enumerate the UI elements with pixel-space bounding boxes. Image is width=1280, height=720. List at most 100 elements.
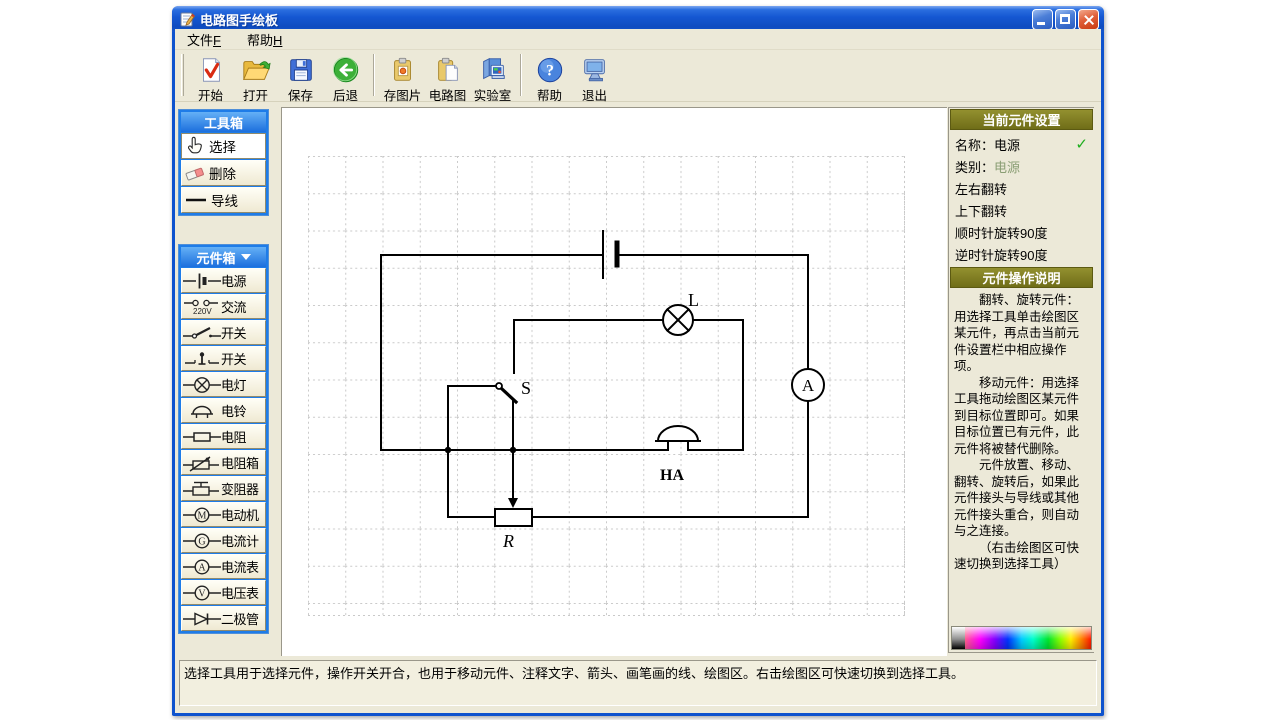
exit-monitor-icon <box>580 55 610 85</box>
toolbox-header: 工具箱 <box>181 112 266 132</box>
eraser-icon <box>185 163 205 183</box>
component-motor-button[interactable]: M 电动机 <box>181 502 266 527</box>
component-diode-button[interactable]: 二极管 <box>181 606 266 631</box>
component-panel: 元件箱 电源 220V <box>178 244 269 634</box>
component-rheostat-button[interactable]: 变阻器 <box>181 476 266 501</box>
rheostat-icon <box>183 479 221 499</box>
rheostat-component[interactable] <box>495 450 532 526</box>
toolbar: 开始 打开 保存 <box>175 50 1101 102</box>
svg-text:G: G <box>198 536 205 547</box>
folder-open-icon <box>241 55 271 85</box>
push-switch-icon <box>183 349 221 369</box>
close-button[interactable] <box>1078 9 1099 30</box>
app-window: 电路图手绘板 文件F 帮助H 开始 <box>172 6 1104 716</box>
ammeter-label: A <box>802 376 815 395</box>
svg-text:A: A <box>198 562 206 573</box>
menu-help[interactable]: 帮助H <box>243 29 286 50</box>
help-button[interactable]: ? 帮助 <box>527 53 572 106</box>
color-palette[interactable] <box>951 626 1092 650</box>
component-resistor-button[interactable]: 电阻 <box>181 424 266 449</box>
setting-category-row: 类别：电源 <box>955 155 1088 177</box>
action-rotate-cw-90[interactable]: 顺时针旋转90度 <box>955 221 1088 243</box>
maximize-button[interactable] <box>1055 9 1076 30</box>
right-panel: 当前元件设置 名称：电源 ✓ 类别：电源 左右翻转 上下翻转 顺时针旋转90度 … <box>948 107 1094 653</box>
rheostat-label: R <box>502 531 514 551</box>
menu-bar: 文件F 帮助H <box>175 29 1101 50</box>
circuit-diagram[interactable]: L S <box>282 108 948 657</box>
tool-delete-button[interactable]: 删除 <box>181 160 266 186</box>
component-power-button[interactable]: 电源 <box>181 268 266 293</box>
battery-component[interactable] <box>603 231 617 278</box>
lamp-component[interactable] <box>514 305 743 335</box>
voltmeter-icon: V <box>183 583 221 603</box>
toolbox-panel: 工具箱 选择 删除 <box>178 109 269 216</box>
check-icon: ✓ <box>1075 135 1088 153</box>
svg-text:220V: 220V <box>193 307 212 316</box>
component-header[interactable]: 元件箱 <box>181 247 266 267</box>
instructions-header: 元件操作说明 <box>950 267 1093 288</box>
clipboard-page-icon <box>433 55 463 85</box>
window-title: 电路图手绘板 <box>200 10 278 29</box>
status-bar: 选择工具用于选择元件，操作开关开合，也用于移动元件、注释文字、箭头、画笔画的线、… <box>175 657 1101 710</box>
ammeter-icon: A <box>183 557 221 577</box>
bell-label: HA <box>660 467 684 484</box>
component-knife-switch-button[interactable]: 开关 <box>181 320 266 345</box>
resistor-icon <box>183 427 221 447</box>
instructions-text: 翻转、旋转元件：用选择工具单击绘图区某元件，再点击当前元件设置栏中相应操作项。 … <box>950 288 1093 624</box>
component-resistance-box-button[interactable]: 电阻箱 <box>181 450 266 475</box>
tool-wire-button[interactable]: 导线 <box>181 187 266 213</box>
start-button[interactable]: 开始 <box>188 53 233 106</box>
svg-text:?: ? <box>546 63 554 80</box>
action-rotate-ccw-90[interactable]: 逆时针旋转90度 <box>955 243 1088 265</box>
status-message: 选择工具用于选择元件，操作开关开合，也用于移动元件、注释文字、箭头、画笔画的线、… <box>179 660 1097 706</box>
floppy-save-icon <box>286 55 316 85</box>
circuit-wires[interactable] <box>381 255 808 517</box>
toolbar-separator <box>373 54 375 96</box>
back-button[interactable]: 后退 <box>323 53 368 106</box>
switch-component[interactable] <box>448 383 516 402</box>
settings-header: 当前元件设置 <box>950 109 1093 130</box>
galvanometer-icon: G <box>183 531 221 551</box>
switch-label: S <box>521 378 531 398</box>
menu-file[interactable]: 文件F <box>183 29 225 50</box>
svg-text:M: M <box>198 510 207 521</box>
bell-icon <box>183 401 221 421</box>
laboratory-button[interactable]: 实验室 <box>470 53 515 106</box>
setting-name-row: 名称：电源 ✓ <box>955 133 1088 155</box>
component-ammeter-button[interactable]: A 电流表 <box>181 554 266 579</box>
save-button[interactable]: 保存 <box>278 53 323 106</box>
back-arrow-icon <box>331 55 361 85</box>
toolbar-grip[interactable] <box>181 54 184 96</box>
wire-icon <box>185 190 207 210</box>
chevron-down-icon <box>241 254 251 260</box>
hue-strip[interactable] <box>965 627 1091 649</box>
resistance-box-icon <box>183 453 221 473</box>
main-area: 工具箱 选择 删除 <box>175 102 1101 657</box>
grayscale-strip[interactable] <box>952 627 965 649</box>
component-push-switch-button[interactable]: 开关 <box>181 346 266 371</box>
component-voltmeter-button[interactable]: V 电压表 <box>181 580 266 605</box>
exit-button[interactable]: 退出 <box>572 53 617 106</box>
document-check-icon <box>196 55 226 85</box>
tool-select-button[interactable]: 选择 <box>181 133 266 159</box>
circuit-diagram-button[interactable]: 电路图 <box>425 53 470 106</box>
action-flip-vertical[interactable]: 上下翻转 <box>955 199 1088 221</box>
action-flip-horizontal[interactable]: 左右翻转 <box>955 177 1088 199</box>
minimize-icon <box>1037 22 1045 25</box>
ac-source-icon: 220V <box>183 297 221 317</box>
hand-pointer-icon <box>185 136 205 156</box>
junction-dot <box>445 447 451 453</box>
bell-component[interactable] <box>656 426 700 450</box>
component-lamp-button[interactable]: 电灯 <box>181 372 266 397</box>
save-picture-button[interactable]: 存图片 <box>380 53 425 106</box>
open-button[interactable]: 打开 <box>233 53 278 106</box>
drawing-canvas[interactable]: L S <box>281 107 947 656</box>
component-ac-button[interactable]: 220V 交流 <box>181 294 266 319</box>
component-bell-button[interactable]: 电铃 <box>181 398 266 423</box>
knife-switch-icon <box>183 323 221 343</box>
minimize-button[interactable] <box>1032 9 1053 30</box>
maximize-icon <box>1060 14 1070 24</box>
desktop: 电路图手绘板 文件F 帮助H 开始 <box>0 0 1280 720</box>
component-galvanometer-button[interactable]: G 电流计 <box>181 528 266 553</box>
clipboard-image-icon <box>388 55 418 85</box>
